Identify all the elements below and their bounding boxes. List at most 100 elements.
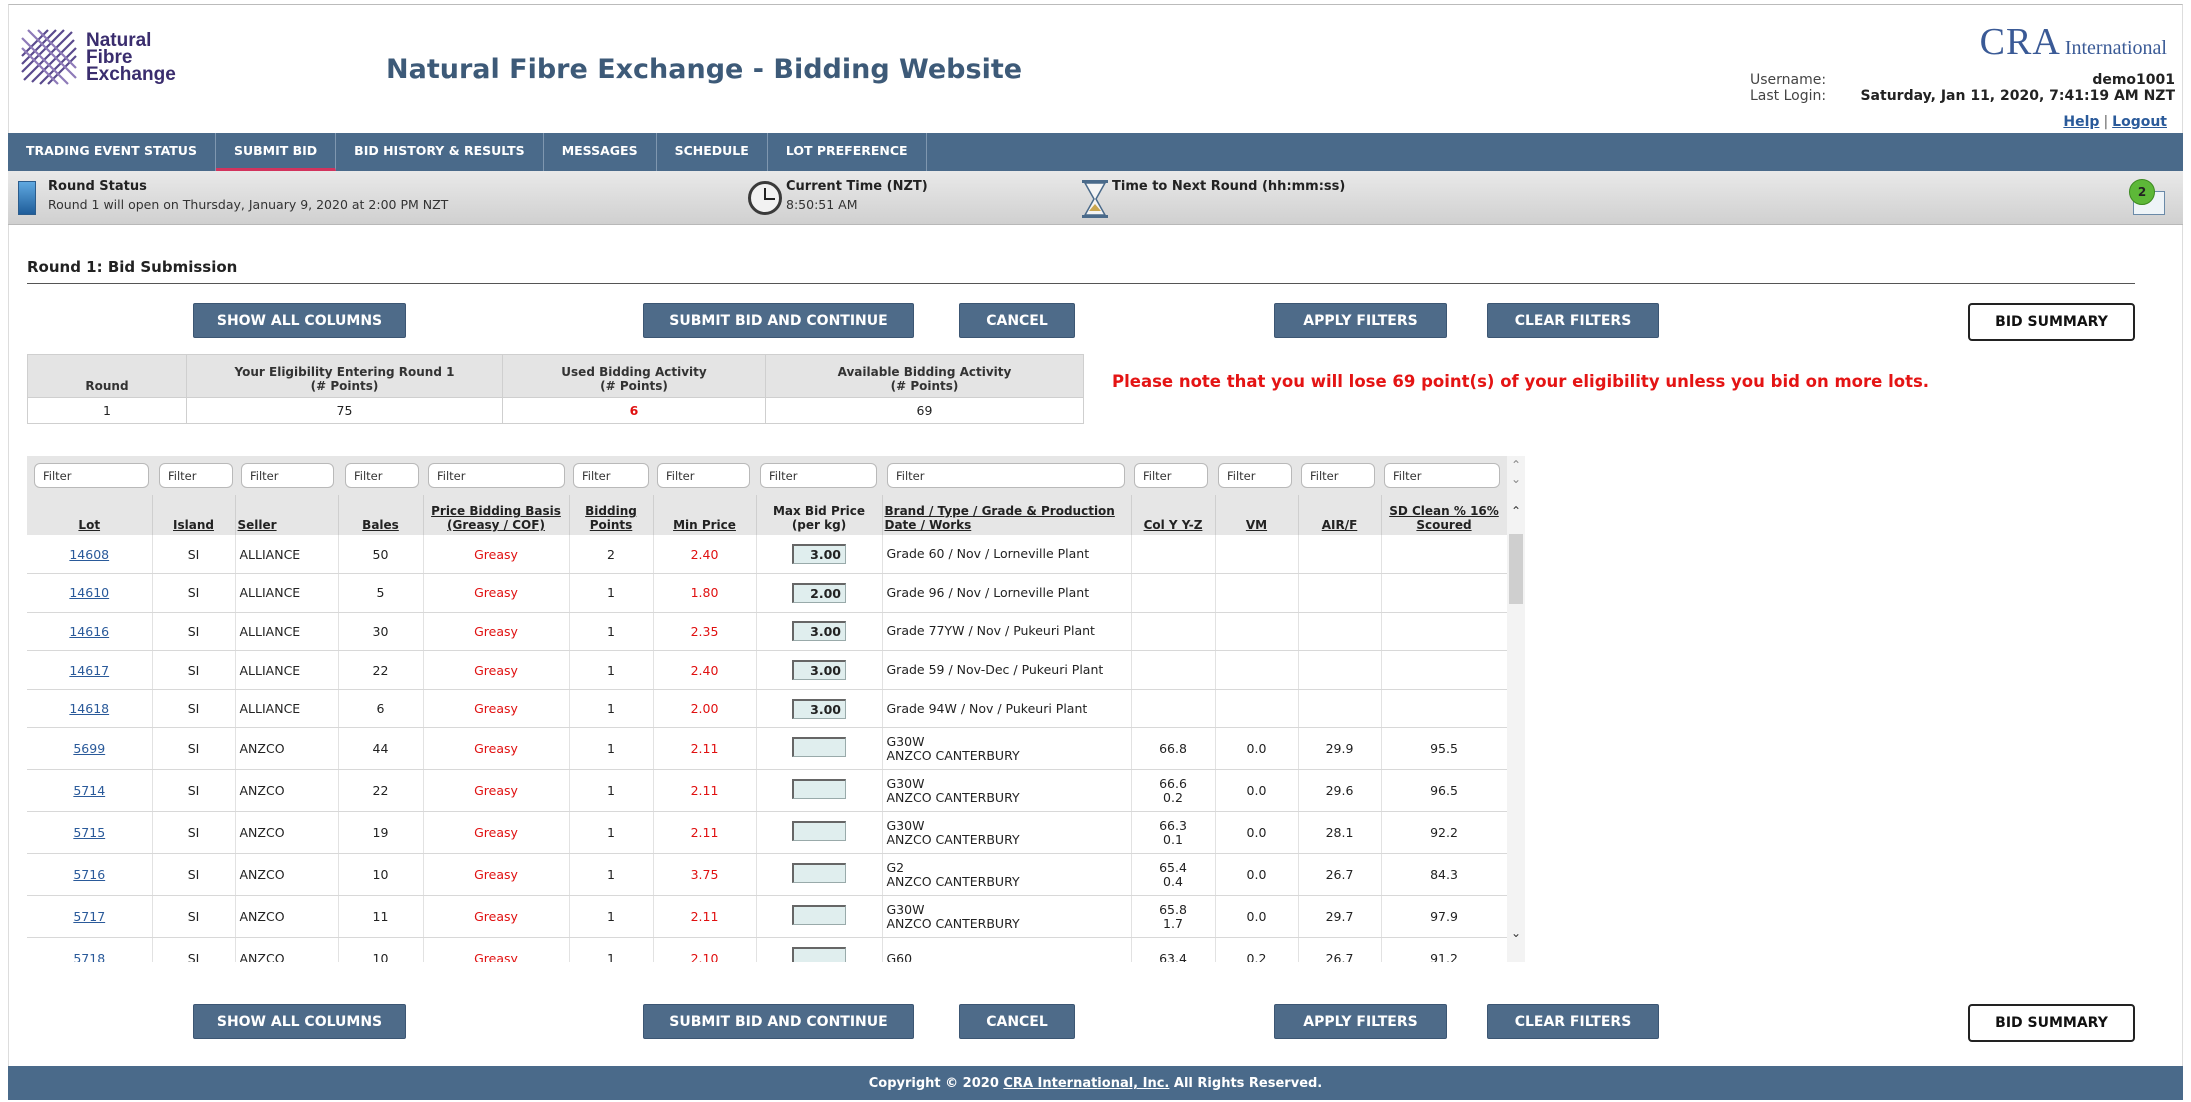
lot-link[interactable]: 5718 bbox=[73, 951, 105, 962]
apply-filters-button-bottom[interactable]: APPLY FILTERS bbox=[1274, 1004, 1447, 1039]
clear-filters-button-bottom[interactable]: CLEAR FILTERS bbox=[1487, 1004, 1659, 1039]
island-cell: SI bbox=[152, 895, 236, 939]
tab-trading-event-status[interactable]: TRADING EVENT STATUS bbox=[8, 133, 216, 171]
help-link[interactable]: Help bbox=[2063, 114, 2099, 130]
filter-brand[interactable]: Filter bbox=[887, 463, 1125, 488]
filter-air[interactable]: Filter bbox=[1301, 463, 1375, 488]
submit-bid-button-bottom[interactable]: SUBMIT BID AND CONTINUE bbox=[643, 1004, 914, 1039]
lot-cell: 5715 bbox=[27, 811, 153, 855]
lot-link[interactable]: 5699 bbox=[73, 741, 105, 756]
footer-cra-link[interactable]: CRA International, Inc. bbox=[1003, 1076, 1169, 1091]
chevron-up-icon[interactable]: ⌃ bbox=[1509, 504, 1523, 518]
messages-indicator[interactable]: 2 bbox=[2129, 179, 2167, 217]
seller-cell: ALLIANCE bbox=[235, 573, 339, 613]
scroll-thumb[interactable] bbox=[1509, 534, 1523, 604]
clock-icon bbox=[748, 181, 782, 215]
grid-scrollbar[interactable]: ⌃ ⌄ ⌃ ⌄ bbox=[1507, 456, 1525, 962]
tab-submit-bid[interactable]: SUBMIT BID bbox=[215, 133, 337, 171]
col-yz-value: 0.2 bbox=[1163, 789, 1183, 805]
lot-link[interactable]: 5714 bbox=[73, 783, 105, 798]
clear-filters-button[interactable]: CLEAR FILTERS bbox=[1487, 303, 1659, 338]
brand-line-1: G30W bbox=[886, 901, 925, 917]
current-time-title: Current Time (NZT) bbox=[786, 179, 928, 194]
max-bid-input[interactable]: 3.00 bbox=[792, 544, 846, 565]
brand-cell: Grade 96 / Nov / Lorneville Plant bbox=[882, 573, 1132, 613]
lot-link[interactable]: 14617 bbox=[69, 663, 109, 678]
sd-clean-cell: 91.2 bbox=[1381, 937, 1508, 962]
lot-link[interactable]: 5717 bbox=[73, 909, 105, 924]
table-row: 5715 SI ANZCO 19 Greasy 1 2.11 G30W ANZCO CANTER… bbox=[27, 811, 1508, 855]
col-island[interactable]: Island bbox=[152, 495, 236, 535]
apply-filters-button[interactable]: APPLY FILTERS bbox=[1274, 303, 1447, 338]
filter-bales[interactable]: Filter bbox=[345, 463, 419, 488]
cancel-button-bottom[interactable]: CANCEL bbox=[959, 1004, 1075, 1039]
col-y-value: 63.4 bbox=[1159, 950, 1187, 962]
max-bid-input[interactable]: 3.00 bbox=[792, 698, 846, 719]
col-sd-clean[interactable]: SD Clean % 16% Scoured bbox=[1381, 495, 1508, 535]
filter-seller[interactable]: Filter bbox=[241, 463, 334, 488]
col-col-y[interactable]: Col Y Y-Z bbox=[1131, 495, 1216, 535]
lot-link[interactable]: 14608 bbox=[69, 547, 109, 562]
max-bid-input[interactable] bbox=[792, 905, 846, 926]
lot-link[interactable]: 5716 bbox=[73, 867, 105, 882]
col-y-value: 65.8 bbox=[1159, 901, 1187, 917]
max-bid-input[interactable] bbox=[792, 821, 846, 842]
lot-link[interactable]: 5715 bbox=[73, 825, 105, 840]
max-bid-input[interactable]: 3.00 bbox=[792, 621, 846, 642]
vm-cell bbox=[1215, 535, 1299, 575]
col-air[interactable]: AIR/F bbox=[1298, 495, 1382, 535]
show-all-columns-button-bottom[interactable]: SHOW ALL COLUMNS bbox=[193, 1004, 406, 1039]
chevron-down-icon[interactable]: ⌄ bbox=[1509, 926, 1523, 940]
tab-bid-history-results[interactable]: BID HISTORY & RESULTS bbox=[336, 133, 544, 171]
col-points[interactable]: Bidding Points bbox=[569, 495, 654, 535]
lot-link[interactable]: 14610 bbox=[69, 585, 109, 600]
header: Natural Fibre Exchange Natural Fibre Exc… bbox=[8, 4, 2183, 132]
filter-points[interactable]: Filter bbox=[573, 463, 649, 488]
col-min-price[interactable]: Min Price bbox=[653, 495, 757, 535]
tab-lot-preference[interactable]: LOT PREFERENCE bbox=[768, 133, 927, 171]
max-bid-input[interactable] bbox=[792, 779, 846, 800]
max-bid-input[interactable]: 3.00 bbox=[792, 660, 846, 681]
filter-min-price[interactable]: Filter bbox=[657, 463, 750, 488]
bid-summary-button-bottom[interactable]: BID SUMMARY bbox=[1968, 1004, 2135, 1042]
max-bid-input[interactable] bbox=[792, 737, 846, 758]
bid-summary-button[interactable]: BID SUMMARY bbox=[1968, 303, 2135, 341]
vm-cell: 0.2 bbox=[1215, 937, 1299, 962]
max-bid-input[interactable] bbox=[792, 947, 846, 962]
tab-schedule[interactable]: SCHEDULE bbox=[657, 133, 768, 171]
filter-max-bid[interactable]: Filter bbox=[760, 463, 877, 488]
max-bid-input[interactable] bbox=[792, 863, 846, 884]
filter-vm[interactable]: Filter bbox=[1218, 463, 1292, 488]
col-brand[interactable]: Brand / Type / Grade & Production Date /… bbox=[882, 495, 1132, 535]
col-y-cell bbox=[1131, 650, 1216, 690]
island-cell: SI bbox=[152, 853, 236, 897]
max-bid-input[interactable]: 2.00 bbox=[792, 582, 846, 603]
scroll-down-small-icon[interactable]: ⌄ bbox=[1509, 472, 1523, 486]
filter-island[interactable]: Filter bbox=[159, 463, 233, 488]
last-login-value: Saturday, Jan 11, 2020, 7:41:19 AM NZT bbox=[1860, 88, 2175, 104]
scroll-up-icon[interactable]: ⌃ bbox=[1509, 458, 1523, 472]
lot-link[interactable]: 14618 bbox=[69, 701, 109, 716]
submit-bid-button[interactable]: SUBMIT BID AND CONTINUE bbox=[643, 303, 914, 338]
tab-messages[interactable]: MESSAGES bbox=[544, 133, 657, 171]
air-cell bbox=[1298, 689, 1382, 729]
filter-col[interactable]: Filter bbox=[1134, 463, 1208, 488]
cancel-button[interactable]: CANCEL bbox=[959, 303, 1075, 338]
col-seller[interactable]: Seller bbox=[235, 495, 339, 535]
site-title: Natural Fibre Exchange - Bidding Website bbox=[386, 54, 1023, 85]
filter-basis[interactable]: Filter bbox=[428, 463, 565, 488]
filter-lot[interactable]: Filter bbox=[34, 463, 149, 488]
col-basis[interactable]: Price Bidding Basis (Greasy / COF) bbox=[423, 495, 570, 535]
lot-link[interactable]: 14616 bbox=[69, 624, 109, 639]
basis-cell: Greasy bbox=[423, 853, 570, 897]
vm-cell: 0.0 bbox=[1215, 895, 1299, 939]
col-bales[interactable]: Bales bbox=[338, 495, 424, 535]
basis-cell: Greasy bbox=[423, 811, 570, 855]
show-all-columns-button[interactable]: SHOW ALL COLUMNS bbox=[193, 303, 406, 338]
logout-link[interactable]: Logout bbox=[2112, 114, 2167, 130]
col-yz-value: 1.7 bbox=[1163, 915, 1183, 931]
filter-sd[interactable]: Filter bbox=[1384, 463, 1500, 488]
col-lot[interactable]: Lot bbox=[27, 495, 153, 535]
next-round-title: Time to Next Round (hh:mm:ss) bbox=[1112, 179, 1346, 194]
col-vm[interactable]: VM bbox=[1215, 495, 1299, 535]
